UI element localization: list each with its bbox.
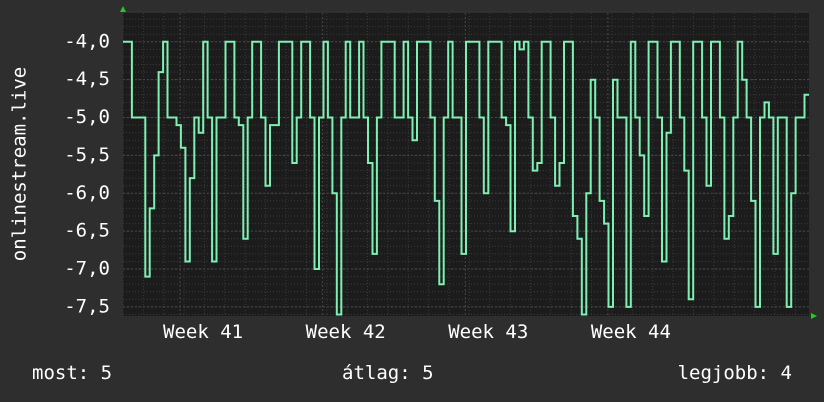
y-tick-label: -4,0	[64, 30, 110, 52]
line-chart: -4,0 -4,5 -5,0 -5,5 -6,0 -6,5 -7,0 -7,5 Week 41 W…	[9, 6, 817, 343]
y-tick-label: -7,0	[64, 258, 110, 280]
x-tick-label: Week 44	[591, 321, 671, 343]
y-tick-label: -4,5	[64, 68, 110, 90]
y-tick-label: -5,0	[64, 106, 110, 128]
y-axis-arrow	[120, 6, 126, 12]
x-tick-label: Week 43	[448, 321, 528, 343]
chart-container: -4,0 -4,5 -5,0 -5,5 -6,0 -6,5 -7,0 -7,5 Week 41 W…	[0, 0, 824, 402]
x-tick-label: Week 41	[163, 321, 243, 343]
footer-average-value: átlag: 5	[342, 362, 434, 384]
y-tick-label: -6,0	[64, 182, 110, 204]
footer-best-value: legjobb: 4	[677, 362, 792, 384]
y-tick-label: -7,5	[64, 295, 110, 317]
x-tick-label: Week 42	[306, 321, 386, 343]
x-axis-arrow	[811, 313, 817, 319]
y-tick-label: -5,5	[64, 144, 110, 166]
footer-current-value: most: 5	[32, 362, 113, 384]
y-tick-label: -6,5	[64, 220, 110, 242]
y-axis-label: onlinestream.live	[9, 67, 31, 261]
